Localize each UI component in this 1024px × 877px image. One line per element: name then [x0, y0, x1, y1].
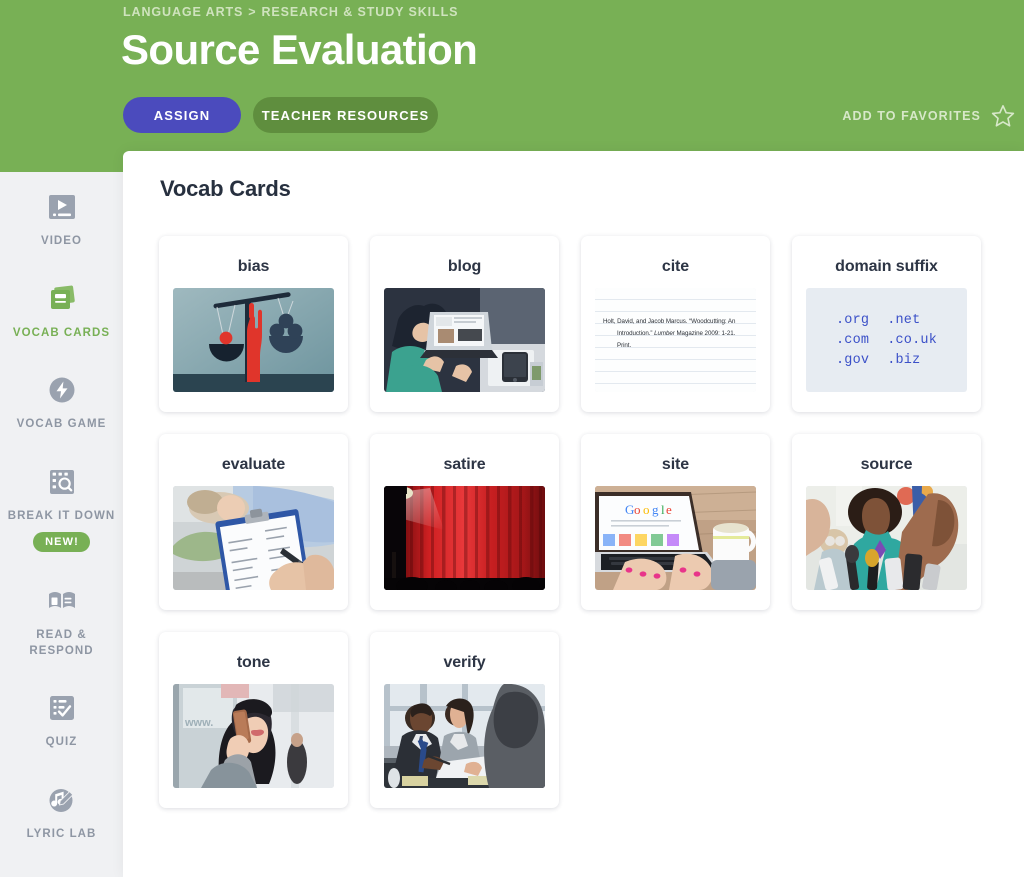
checklist-icon	[45, 691, 79, 725]
clipboard-assessment-photo	[173, 486, 334, 590]
vocab-card-blog[interactable]: blog	[370, 236, 559, 412]
laptop-search-photo: G o o g l e	[595, 486, 756, 590]
music-note-pencil-icon	[45, 783, 79, 817]
domain-suffix-item: .com	[836, 333, 869, 348]
vocab-card-source[interactable]: source	[792, 434, 981, 610]
sidebar-item-quiz[interactable]: QUIZ	[0, 673, 123, 765]
teacher-resources-button[interactable]: TEACHER RESOURCES	[253, 97, 438, 133]
sidebar-item-lyric-lab[interactable]: LYRIC LAB	[0, 765, 123, 857]
sidebar-item-label: LYRIC LAB	[27, 827, 97, 843]
citation-text: Holt, David, and Jacob Marcus. “Woodcutt…	[603, 316, 748, 352]
vocab-cards-grid: bias	[159, 236, 981, 808]
woman-phone-photo: www.	[173, 684, 334, 788]
sidebar-item-label: VOCAB CARDS	[13, 326, 110, 342]
domain-suffix-list: .org .net .com .co.uk .gov .biz	[806, 288, 967, 392]
sidebar-item-video[interactable]: VIDEO	[0, 172, 123, 264]
content-panel: Vocab Cards bias	[123, 151, 1024, 877]
section-title: Vocab Cards	[160, 176, 291, 202]
breadcrumb-parent[interactable]: LANGUAGE ARTS	[123, 5, 243, 19]
star-outline-icon[interactable]	[990, 103, 1016, 129]
svg-text:l: l	[661, 502, 665, 517]
sidebar-item-vocab-game[interactable]: VOCAB GAME	[0, 355, 123, 447]
domain-suffix-item: .gov	[836, 353, 869, 368]
svg-text:e: e	[666, 502, 672, 517]
new-badge: NEW!	[33, 532, 90, 552]
citation-line-2-post: Magazine 2009: 1-21.	[675, 330, 736, 337]
citation-line-1: Holt, David, and Jacob Marcus. “Woodcutt…	[603, 316, 748, 328]
vocab-card-term: evaluate	[222, 456, 285, 474]
sidebar-item-label: VOCAB GAME	[17, 417, 107, 433]
domain-suffix-item: .biz	[887, 353, 937, 368]
notebook-citation: Holt, David, and Jacob Marcus. “Woodcutt…	[595, 288, 756, 392]
domain-suffix-box: .org .net .com .co.uk .gov .biz	[806, 288, 967, 392]
sidebar-item-read-and-respond[interactable]: READ & RESPOND	[0, 566, 123, 673]
citation-line-2: Introduction.” Lumber Magazine 2009: 1-2…	[603, 328, 748, 340]
sidebar-item-label: VIDEO	[41, 234, 82, 250]
page-title: Source Evaluation	[121, 27, 477, 73]
business-meeting-photo	[384, 684, 545, 788]
vocab-card-term: satire	[443, 456, 485, 474]
notebook-paper: Holt, David, and Jacob Marcus. “Woodcutt…	[595, 288, 756, 392]
vocab-card-term: blog	[448, 258, 481, 276]
vocab-card-term: verify	[443, 654, 485, 672]
assign-button[interactable]: ASSIGN	[123, 97, 241, 133]
vocab-cards-icon	[45, 282, 79, 316]
vocab-card-site[interactable]: site G o o	[581, 434, 770, 610]
vocab-card-term: domain suffix	[835, 258, 938, 276]
header-action-buttons: ASSIGN TEACHER RESOURCES	[123, 97, 438, 133]
page-root: LANGUAGE ARTS > RESEARCH & STUDY SKILLS So…	[0, 0, 1024, 877]
add-to-favorites-label: ADD TO FAVORITES	[842, 109, 981, 123]
citation-line-2-pre: Introduction.”	[617, 330, 654, 337]
film-magnifier-icon	[45, 465, 79, 499]
add-to-favorites-button[interactable]: ADD TO FAVORITES	[842, 103, 1016, 129]
citation-line-3: Print.	[603, 340, 748, 352]
vocab-card-tone[interactable]: tone www.	[159, 632, 348, 808]
balance-scale-illustration	[173, 288, 334, 392]
svg-text:G: G	[625, 502, 634, 517]
vocab-card-term: bias	[238, 258, 270, 276]
vocab-card-satire[interactable]: satire	[370, 434, 559, 610]
person-laptop-photo	[384, 288, 545, 392]
lightning-bolt-icon	[45, 373, 79, 407]
svg-text:g: g	[652, 502, 659, 517]
svg-text:o: o	[634, 502, 641, 517]
breadcrumb-separator-icon: >	[248, 5, 256, 19]
vocab-card-evaluate[interactable]: evaluate	[159, 434, 348, 610]
sidebar-item-label: QUIZ	[46, 735, 78, 751]
vocab-card-cite[interactable]: cite Holt, David, and Jacob Marcus. “Woo…	[581, 236, 770, 412]
page-header: LANGUAGE ARTS > RESEARCH & STUDY SKILLS So…	[0, 0, 1024, 172]
theater-curtain-photo	[384, 486, 545, 590]
vocab-card-term: site	[662, 456, 689, 474]
sidebar-item-label: READ & RESPOND	[6, 628, 117, 659]
domain-suffix-grid: .org .net .com .co.uk .gov .biz	[836, 313, 937, 368]
breadcrumb-child[interactable]: RESEARCH & STUDY SKILLS	[261, 5, 458, 19]
press-microphones-photo	[806, 486, 967, 590]
breadcrumb: LANGUAGE ARTS > RESEARCH & STUDY SKILLS	[123, 5, 458, 19]
vocab-card-bias[interactable]: bias	[159, 236, 348, 412]
domain-suffix-item: .org	[836, 313, 869, 328]
vocab-card-term: source	[861, 456, 913, 474]
svg-text:www.: www.	[184, 717, 213, 729]
vocab-card-verify[interactable]: verify	[370, 632, 559, 808]
left-sidebar: VIDEO VOCAB CARDS VOCAB GAME	[0, 172, 123, 877]
open-book-icon	[45, 584, 79, 618]
sidebar-item-vocab-cards[interactable]: VOCAB CARDS	[0, 264, 123, 356]
svg-text:o: o	[643, 502, 650, 517]
video-player-icon	[45, 190, 79, 224]
citation-source-title: Lumber	[654, 330, 675, 337]
vocab-card-domain-suffix[interactable]: domain suffix .org .net .com .co.uk .gov…	[792, 236, 981, 412]
vocab-card-term: tone	[237, 654, 270, 672]
domain-suffix-item: .net	[887, 313, 937, 328]
vocab-card-term: cite	[662, 258, 689, 276]
domain-suffix-item: .co.uk	[887, 333, 937, 348]
sidebar-item-break-it-down[interactable]: BREAK IT DOWN NEW!	[0, 447, 123, 567]
sidebar-item-label: BREAK IT DOWN	[8, 509, 116, 525]
